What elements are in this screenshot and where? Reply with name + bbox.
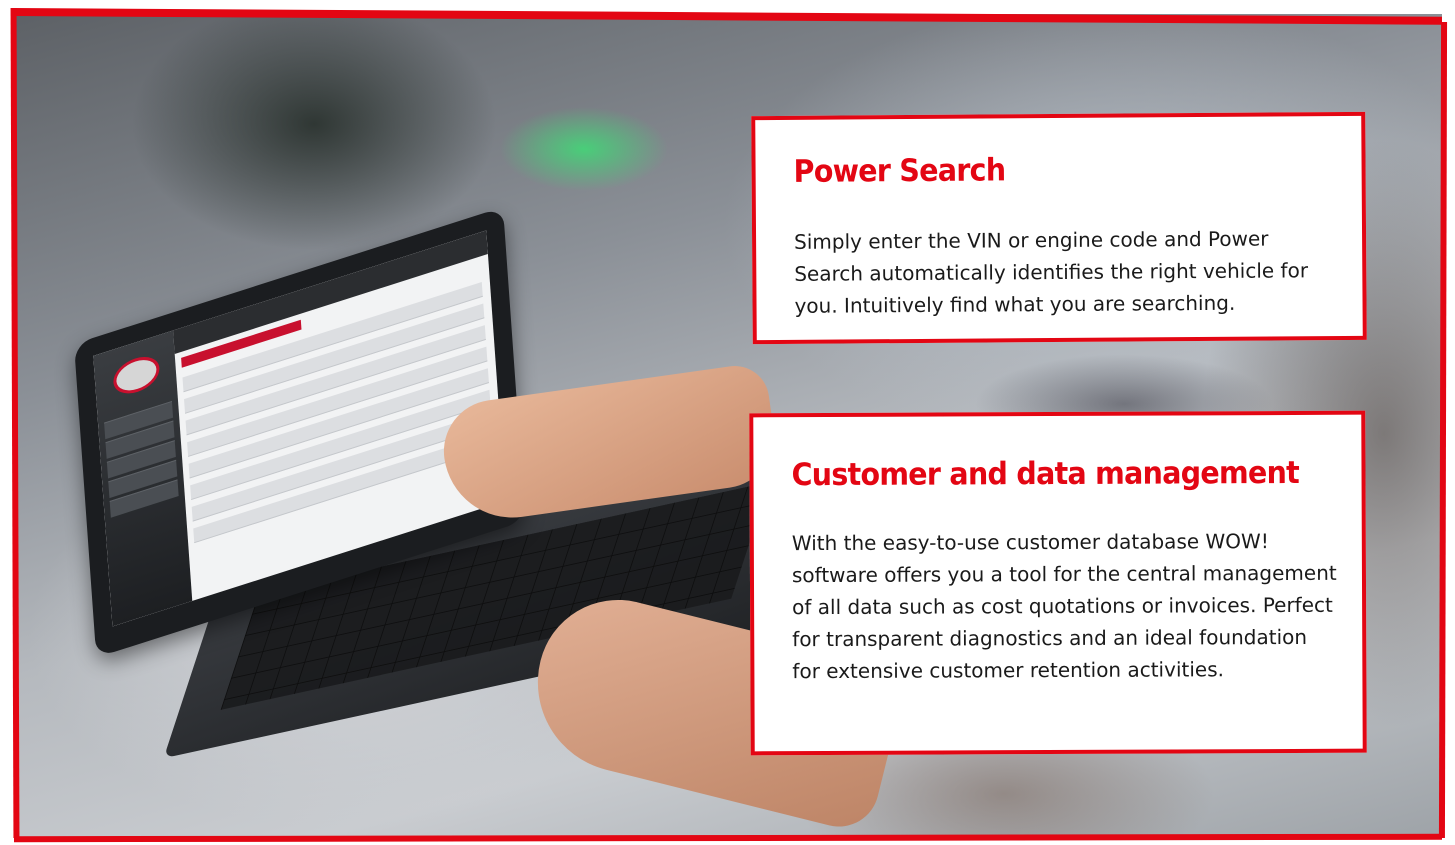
app-brand-logo (120, 576, 182, 609)
app-sidebar (93, 330, 193, 627)
card-title: Customer and data management (791, 454, 1300, 494)
feature-card-power-search: Power Search Simply enter the VIN or eng… (751, 111, 1367, 345)
card-title: Power Search (793, 152, 1006, 190)
page: DIALOGG CIS (0, 0, 1455, 845)
card-body: Simply enter the VIN or engine code and … (794, 226, 1309, 318)
app-logo-icon (112, 351, 161, 400)
feature-card-customer-data: Customer and data management With the ea… (749, 410, 1367, 756)
frame-border-bottom (13, 833, 1443, 843)
frame-border-right (1438, 21, 1448, 839)
card-body: With the easy-to-use customer database W… (791, 529, 1337, 684)
